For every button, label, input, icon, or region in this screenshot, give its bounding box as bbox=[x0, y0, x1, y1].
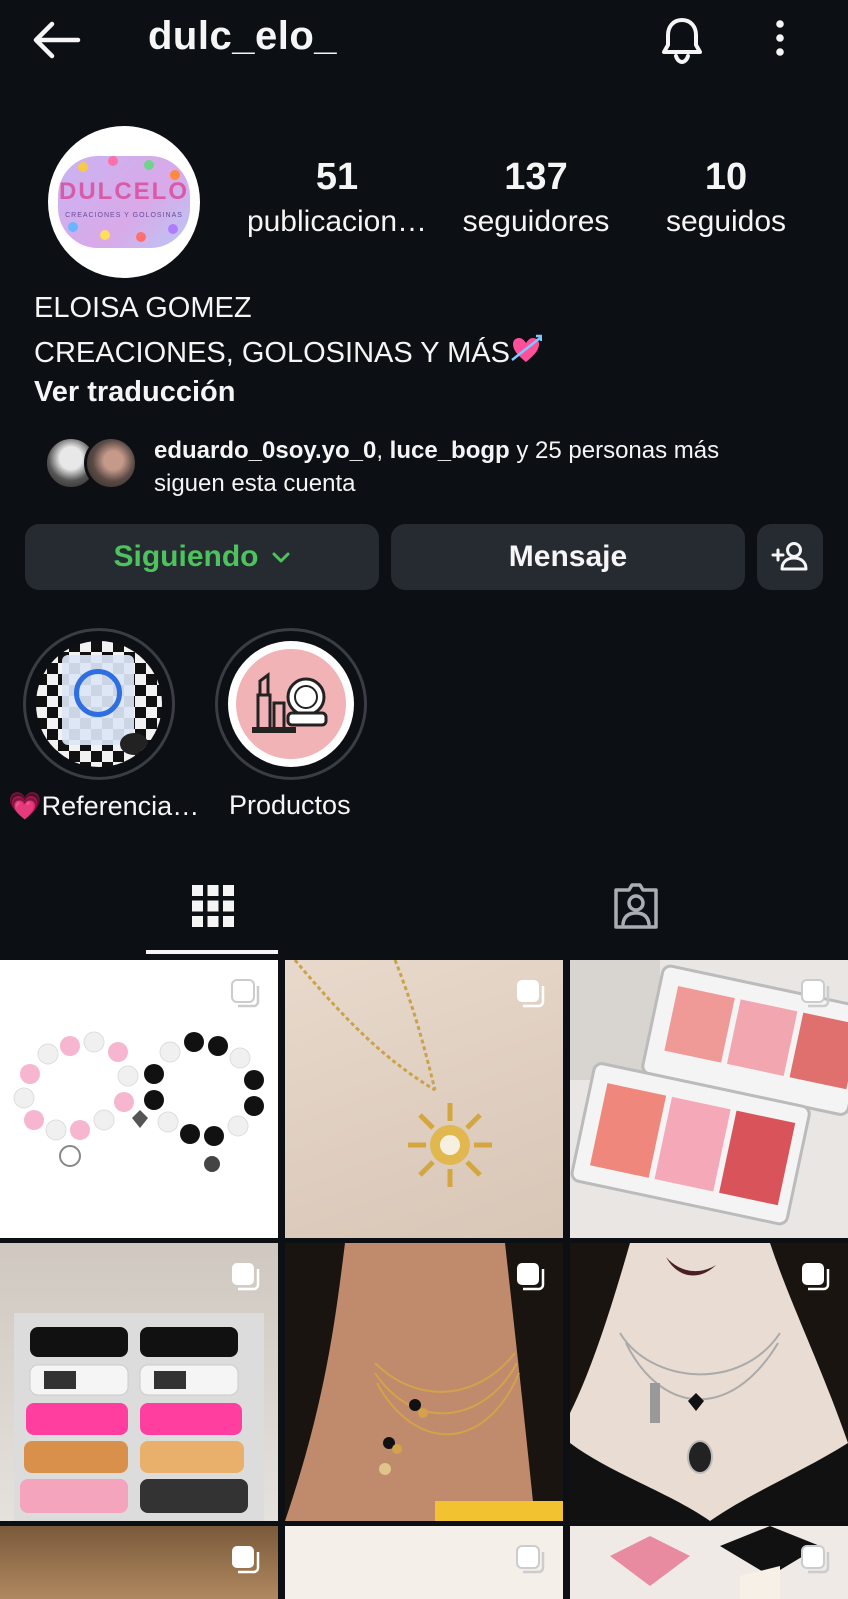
post-thumbnail[interactable] bbox=[285, 960, 563, 1238]
stat-followers-label: seguidores bbox=[462, 205, 610, 238]
multiple-posts-icon bbox=[517, 1263, 545, 1291]
more-vertical-icon[interactable] bbox=[760, 14, 800, 66]
story-highlight-referencias[interactable] bbox=[23, 628, 175, 780]
avatar-logo-text: DULCELO bbox=[59, 178, 189, 205]
multiple-posts-icon bbox=[231, 979, 260, 1008]
following-button[interactable]: Siguiendo bbox=[25, 524, 379, 590]
mutual-followers-avatars[interactable] bbox=[44, 436, 138, 492]
back-arrow-icon[interactable] bbox=[30, 18, 82, 62]
multiple-posts-icon bbox=[801, 979, 830, 1008]
multiple-posts-icon bbox=[517, 980, 545, 1008]
post-thumbnail[interactable] bbox=[0, 960, 278, 1238]
makeup-icon bbox=[252, 672, 328, 733]
mutual-follower-avatar bbox=[84, 436, 138, 490]
post-thumbnail[interactable] bbox=[285, 1243, 563, 1521]
profile-tabs bbox=[0, 868, 848, 956]
stat-following[interactable]: 10 seguidos bbox=[646, 156, 806, 239]
separator-text: , bbox=[376, 437, 390, 464]
active-tab-indicator bbox=[146, 950, 278, 954]
profile-bio-text: CREACIONES, GOLOSINAS Y MÁS bbox=[34, 337, 510, 369]
stat-followers[interactable]: 137 seguidores bbox=[440, 156, 632, 239]
stat-followers-count: 137 bbox=[504, 156, 568, 198]
chevron-down-icon bbox=[272, 552, 289, 563]
stat-posts-label: publicacion… bbox=[246, 205, 428, 238]
multiple-posts-icon bbox=[232, 1546, 260, 1574]
post-thumbnail[interactable] bbox=[570, 1526, 848, 1599]
avatar-logo-subtext: CREACIONES Y GOLOSINAS bbox=[65, 212, 183, 219]
heart-with-arrow-emoji-icon bbox=[511, 334, 542, 362]
post-thumbnail[interactable] bbox=[0, 1243, 278, 1521]
multiple-posts-icon bbox=[802, 1263, 830, 1291]
following-button-label: Siguiendo bbox=[113, 540, 259, 573]
story-highlight-productos[interactable] bbox=[215, 628, 367, 780]
stat-posts[interactable]: 51 publicacion… bbox=[244, 156, 430, 239]
profile-avatar[interactable]: DULCELO CREACIONES Y GOLOSINAS bbox=[48, 126, 200, 278]
highlight-label-referencias: 💗Referencia… bbox=[8, 791, 200, 821]
mutual-follower-username[interactable]: luce_bogp bbox=[390, 437, 510, 464]
multiple-posts-icon bbox=[232, 1263, 260, 1291]
highlight-label-productos: Productos bbox=[229, 790, 351, 820]
suggest-people-button[interactable] bbox=[757, 524, 823, 590]
add-person-icon bbox=[771, 542, 808, 571]
top-bar: dulc_elo_ bbox=[0, 0, 848, 80]
post-thumbnail[interactable] bbox=[285, 1526, 563, 1599]
stat-following-label: seguidos bbox=[665, 205, 787, 238]
profile-bio: CREACIONES, GOLOSINAS Y MÁS bbox=[34, 334, 542, 370]
post-thumbnail[interactable] bbox=[570, 1243, 848, 1521]
followed-by-rest: y 25 personas más bbox=[509, 437, 720, 464]
stat-following-count: 10 bbox=[704, 156, 748, 198]
post-thumbnail[interactable] bbox=[0, 1526, 278, 1599]
grid-icon[interactable] bbox=[191, 884, 235, 928]
see-translation-link[interactable]: Ver traducción bbox=[34, 376, 235, 409]
message-button-label: Mensaje bbox=[508, 540, 628, 573]
multiple-posts-icon bbox=[516, 1545, 545, 1574]
message-button[interactable]: Mensaje bbox=[391, 524, 745, 590]
followed-by-text[interactable]: eduardo_0soy.yo_0, luce_bogp y 25 person… bbox=[154, 434, 834, 500]
tagged-person-icon[interactable] bbox=[612, 882, 660, 930]
mutual-follower-username[interactable]: eduardo_0soy.yo_0 bbox=[154, 437, 376, 464]
bell-icon[interactable] bbox=[656, 14, 708, 66]
profile-username: dulc_elo_ bbox=[148, 14, 338, 58]
post-thumbnail[interactable] bbox=[570, 960, 848, 1238]
followed-by-line2: siguen esta cuenta bbox=[154, 470, 356, 497]
multiple-posts-icon bbox=[801, 1545, 830, 1574]
stat-posts-count: 51 bbox=[315, 156, 359, 198]
profile-display-name: ELOISA GOMEZ bbox=[34, 292, 252, 324]
